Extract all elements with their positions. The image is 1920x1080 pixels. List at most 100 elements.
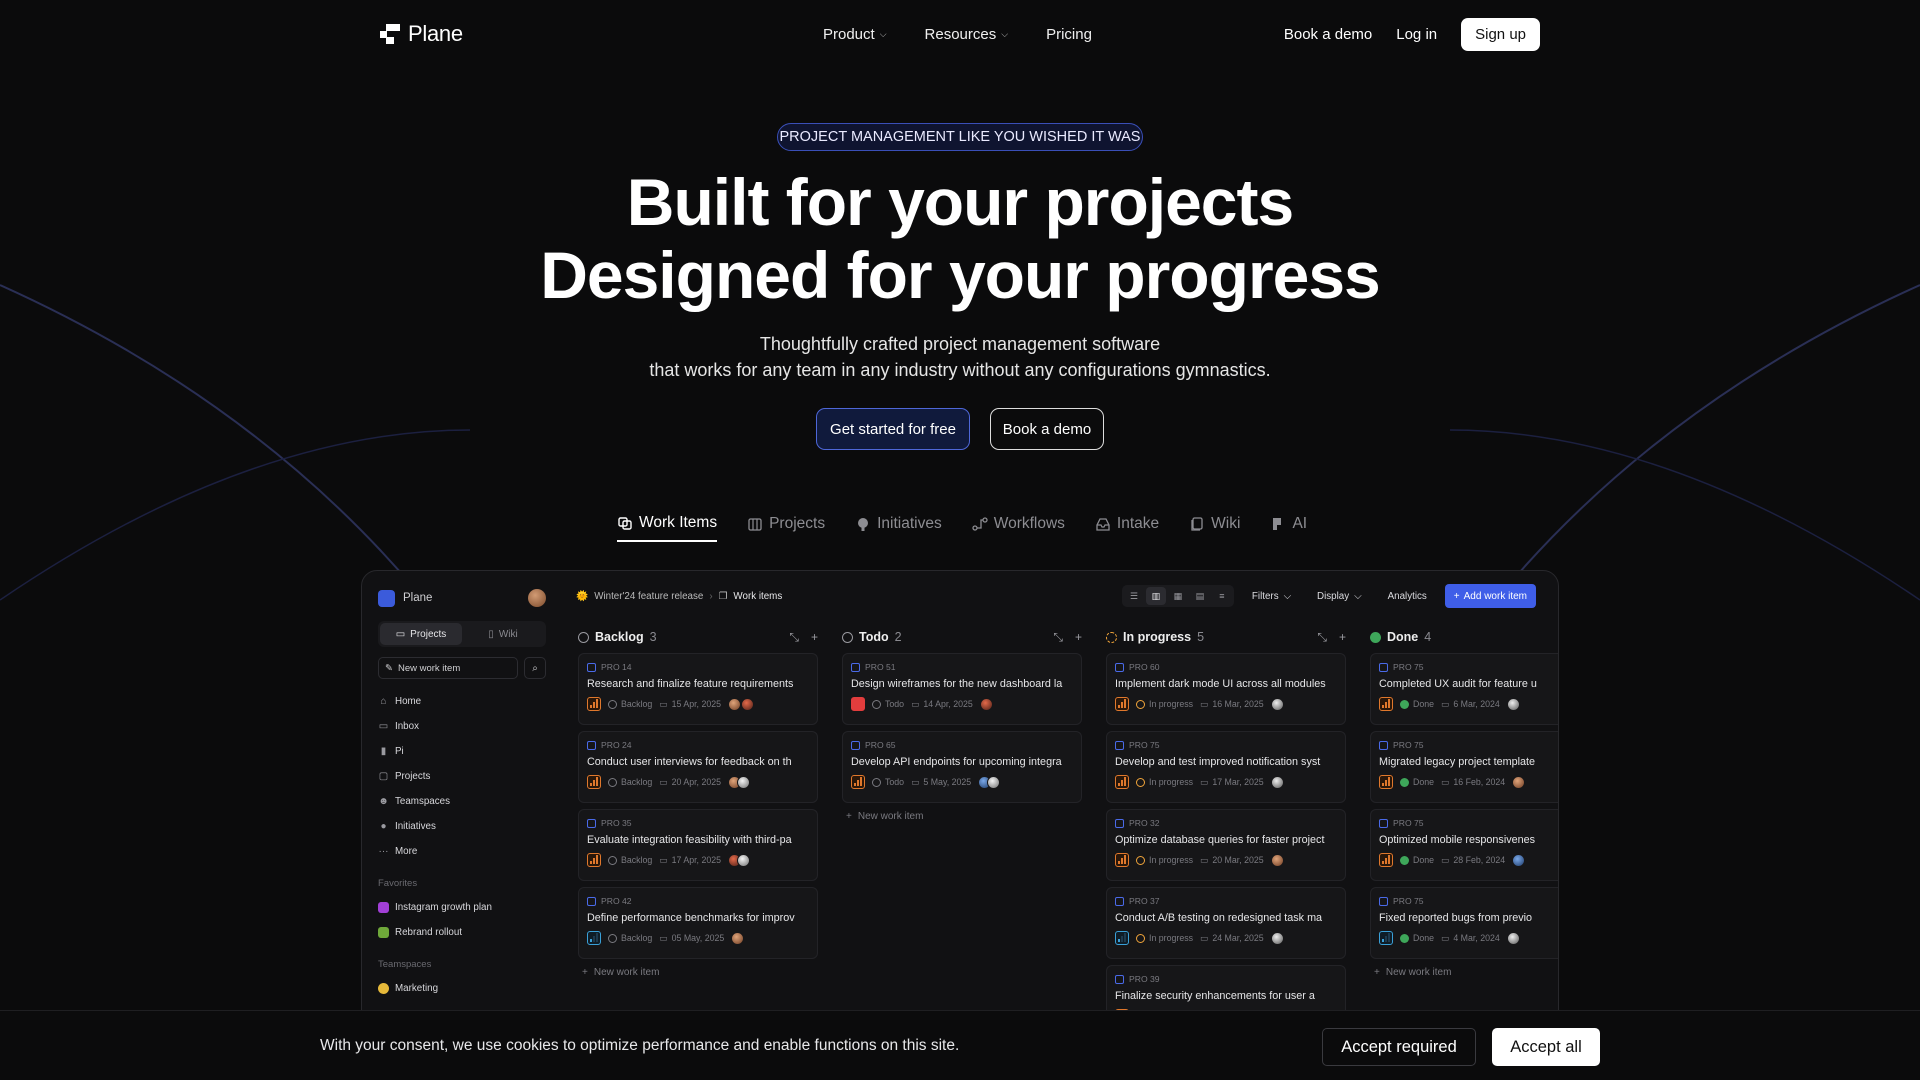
priority-icon[interactable] <box>1379 853 1393 867</box>
work-item-card[interactable]: PRO 75 Optimized mobile responsivenes Done… <box>1370 809 1558 881</box>
work-item-assignees[interactable] <box>1270 697 1284 711</box>
switch-projects[interactable]: ▭ Projects <box>380 623 462 645</box>
work-item-card[interactable]: PRO 75 Completed UX audit for feature u Do… <box>1370 653 1558 725</box>
work-item-card[interactable]: PRO 75 Fixed reported bugs from previo Don… <box>1370 887 1558 959</box>
teamspace-item[interactable]: Marketing <box>372 976 552 1001</box>
breadcrumb-page[interactable]: Work items <box>733 591 782 602</box>
work-item-due-date[interactable]: ▭ 05 May, 2025 <box>659 933 724 944</box>
priority-icon[interactable] <box>587 697 601 711</box>
work-item-assignees[interactable] <box>1512 775 1526 789</box>
priority-icon[interactable] <box>851 697 865 711</box>
work-item-state[interactable]: In progress <box>1136 699 1193 709</box>
sidebar-item-initiatives[interactable]: ● Initiatives <box>372 814 552 839</box>
nav-resources[interactable]: Resources ⌵ <box>925 26 1009 43</box>
priority-icon[interactable] <box>1379 775 1393 789</box>
nav-product[interactable]: Product ⌵ <box>823 26 887 43</box>
work-item-card[interactable]: PRO 65 Develop API endpoints for upcoming… <box>842 731 1082 803</box>
sidebar-item-teamspaces[interactable]: ☻ Teamspaces <box>372 789 552 814</box>
work-item-card[interactable]: PRO 37 Conduct A/B testing on redesigned … <box>1106 887 1346 959</box>
work-item-assignees[interactable] <box>728 853 751 867</box>
display-button[interactable]: Display ⌵ <box>1309 585 1370 607</box>
work-item-state[interactable]: Backlog <box>608 855 652 865</box>
priority-icon[interactable] <box>587 775 601 789</box>
work-item-due-date[interactable]: ▭ 28 Feb, 2024 <box>1441 855 1505 866</box>
work-item-state[interactable]: Backlog <box>608 777 652 787</box>
analytics-button[interactable]: Analytics <box>1380 585 1435 607</box>
work-item-card[interactable]: PRO 35 Evaluate integration feasibility w… <box>578 809 818 881</box>
work-item-state[interactable]: Done <box>1400 933 1434 943</box>
breadcrumb-project[interactable]: Winter'24 feature release <box>594 591 703 602</box>
calendar-view-icon[interactable]: ▦ <box>1168 587 1188 605</box>
tab-wiki[interactable]: Wiki <box>1189 514 1240 542</box>
work-item-assignees[interactable] <box>1506 697 1520 711</box>
work-item-assignees[interactable] <box>1270 775 1284 789</box>
priority-icon[interactable] <box>587 931 601 945</box>
plus-icon[interactable]: + <box>1339 630 1346 645</box>
filters-button[interactable]: Filters ⌵ <box>1244 585 1299 607</box>
work-item-state[interactable]: Done <box>1400 777 1434 787</box>
work-item-due-date[interactable]: ▭ 15 Apr, 2025 <box>659 699 721 710</box>
sidebar-item-more[interactable]: ··· More <box>372 839 552 864</box>
list-view-icon[interactable]: ☰ <box>1124 587 1144 605</box>
sidebar-item-inbox[interactable]: ▭ Inbox <box>372 714 552 739</box>
work-item-due-date[interactable]: ▭ 24 Mar, 2025 <box>1200 933 1264 944</box>
plus-icon[interactable]: + <box>811 630 818 645</box>
sidebar-item-projects[interactable]: ▢ Projects <box>372 764 552 789</box>
brand-logo[interactable]: Plane <box>380 21 463 47</box>
new-work-item-button[interactable]: + New work item <box>846 811 1078 822</box>
work-item-card[interactable]: PRO 75 Develop and test improved notifica… <box>1106 731 1346 803</box>
plus-icon[interactable]: + <box>1075 630 1082 645</box>
work-item-assignees[interactable] <box>978 775 1001 789</box>
work-item-due-date[interactable]: ▭ 14 Apr, 2025 <box>911 699 973 710</box>
add-work-item-button[interactable]: + Add work item <box>1444 584 1536 608</box>
book-demo-link[interactable]: Book a demo <box>1284 26 1372 43</box>
work-item-state[interactable]: Backlog <box>608 699 652 709</box>
work-item-due-date[interactable]: ▭ 17 Apr, 2025 <box>659 855 721 866</box>
accept-required-button[interactable]: Accept required <box>1322 1028 1476 1066</box>
work-item-assignees[interactable] <box>1270 931 1284 945</box>
work-item-assignees[interactable] <box>1506 931 1520 945</box>
workspace-switcher[interactable]: Plane <box>378 589 432 607</box>
work-item-due-date[interactable]: ▭ 20 Apr, 2025 <box>659 777 721 788</box>
work-item-card[interactable]: PRO 75 Migrated legacy project template Do… <box>1370 731 1558 803</box>
spreadsheet-view-icon[interactable]: ▤ <box>1190 587 1210 605</box>
work-item-due-date[interactable]: ▭ 6 Mar, 2024 <box>1441 699 1500 710</box>
work-item-card[interactable]: PRO 24 Conduct user interviews for feedba… <box>578 731 818 803</box>
work-item-state[interactable]: Backlog <box>608 933 652 943</box>
tab-workflows[interactable]: Workflows <box>972 514 1065 542</box>
work-item-card[interactable]: PRO 51 Design wireframes for the new dash… <box>842 653 1082 725</box>
accept-all-button[interactable]: Accept all <box>1492 1028 1600 1066</box>
priority-icon[interactable] <box>1115 697 1129 711</box>
work-item-state[interactable]: In progress <box>1136 855 1193 865</box>
priority-icon[interactable] <box>851 775 865 789</box>
sidebar-item-home[interactable]: ⌂ Home <box>372 689 552 714</box>
work-item-card[interactable]: PRO 32 Optimize database queries for fast… <box>1106 809 1346 881</box>
priority-icon[interactable] <box>1379 931 1393 945</box>
login-link[interactable]: Log in <box>1396 26 1437 43</box>
nav-pricing[interactable]: Pricing <box>1046 26 1092 43</box>
work-item-assignees[interactable] <box>979 697 993 711</box>
work-item-state[interactable]: In progress <box>1136 777 1193 787</box>
priority-icon[interactable] <box>1115 775 1129 789</box>
work-item-assignees[interactable] <box>728 697 755 711</box>
favorite-item[interactable]: Rebrand rollout <box>372 920 552 945</box>
priority-icon[interactable] <box>587 853 601 867</box>
work-item-assignees[interactable] <box>1512 853 1526 867</box>
switch-wiki[interactable]: ▯ Wiki <box>462 623 544 645</box>
priority-icon[interactable] <box>1115 931 1129 945</box>
minimize-icon[interactable]: ⤡ <box>789 630 799 645</box>
work-item-card[interactable]: PRO 60 Implement dark mode UI across all … <box>1106 653 1346 725</box>
tab-initiatives[interactable]: Initiatives <box>855 514 942 542</box>
minimize-icon[interactable]: ⤡ <box>1053 630 1063 645</box>
work-item-due-date[interactable]: ▭ 20 Mar, 2025 <box>1200 855 1264 866</box>
sidebar-search-button[interactable]: ⌕ <box>524 657 546 679</box>
signup-button[interactable]: Sign up <box>1461 17 1540 51</box>
work-item-state[interactable]: Done <box>1400 855 1434 865</box>
new-work-item-button[interactable]: + New work item <box>582 967 814 978</box>
work-item-due-date[interactable]: ▭ 16 Mar, 2025 <box>1200 699 1264 710</box>
priority-icon[interactable] <box>1379 697 1393 711</box>
priority-icon[interactable] <box>1115 853 1129 867</box>
tab-intake[interactable]: Intake <box>1095 514 1159 542</box>
work-item-due-date[interactable]: ▭ 5 May, 2025 <box>911 777 971 788</box>
work-item-state[interactable]: Done <box>1400 699 1434 709</box>
